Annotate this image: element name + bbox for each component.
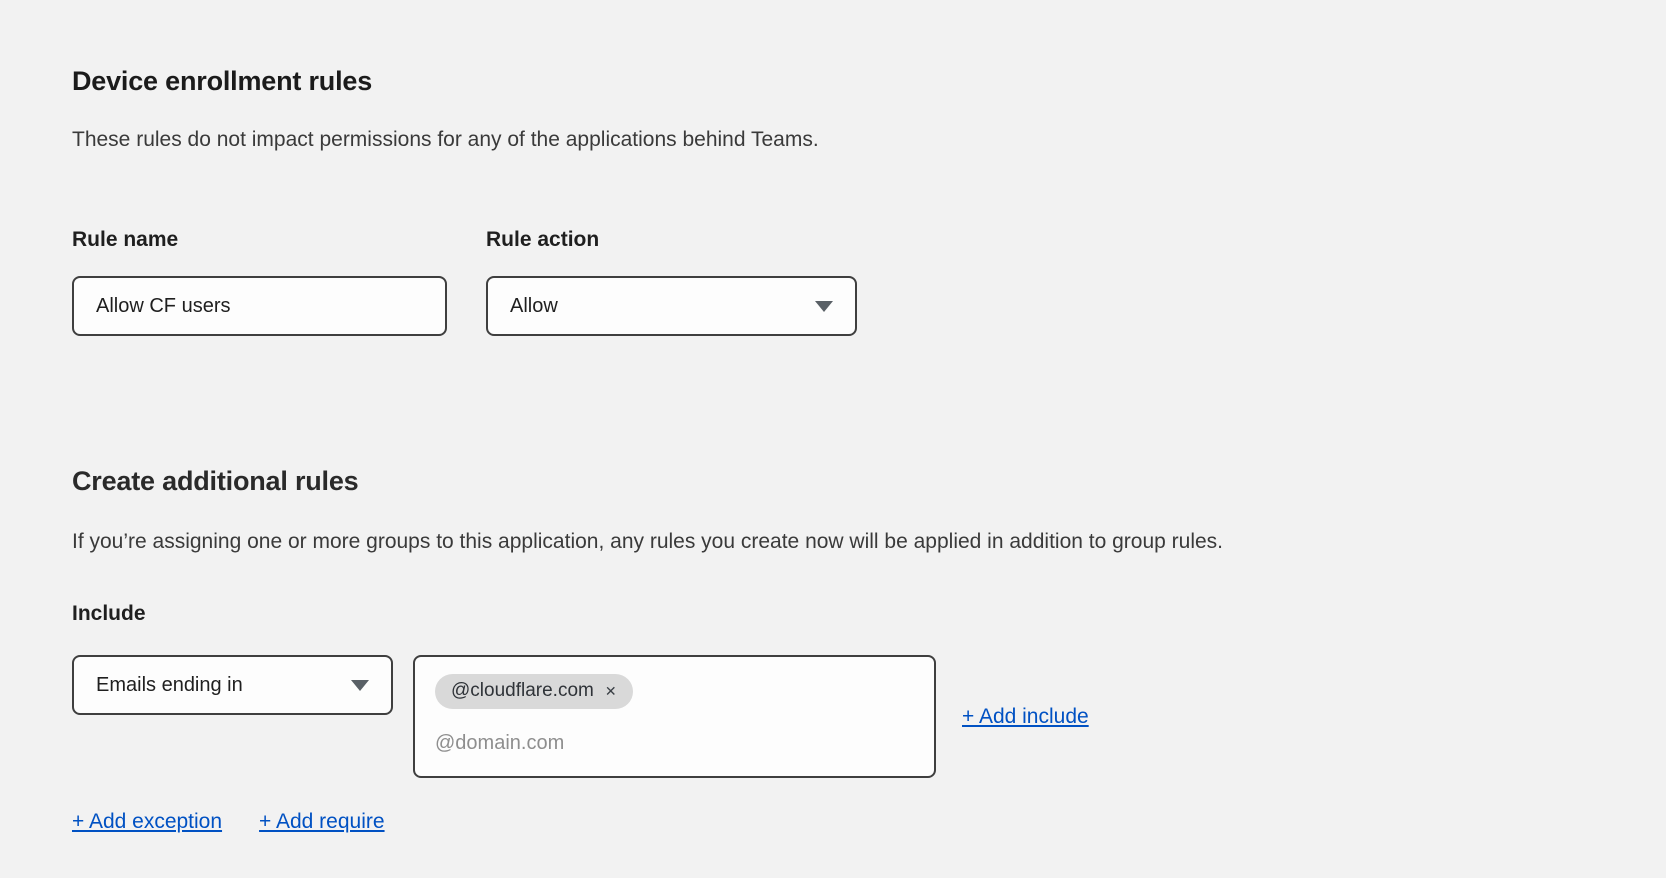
additional-rules-title: Create additional rules [72, 466, 358, 497]
device-enrollment-page: Device enrollment rules These rules do n… [0, 0, 1666, 878]
rule-links-row: + Add exception + Add require [72, 810, 385, 834]
rule-name-input[interactable] [72, 276, 447, 336]
rule-action-select[interactable]: Allow [486, 276, 857, 336]
tag-chip-label: @cloudflare.com [451, 680, 594, 702]
include-label: Include [72, 602, 146, 626]
include-selector-select[interactable]: Emails ending in [72, 655, 393, 715]
add-exception-link[interactable]: + Add exception [72, 810, 222, 834]
page-subtitle: These rules do not impact permissions fo… [72, 128, 819, 152]
chevron-down-icon [815, 301, 833, 312]
domain-entry-input[interactable] [435, 732, 855, 755]
chevron-down-icon [351, 680, 369, 691]
additional-rules-subtitle: If you’re assigning one or more groups t… [72, 530, 1223, 554]
rule-action-label: Rule action [486, 228, 599, 252]
email-domains-tag-input[interactable]: @cloudflare.com ✕ [413, 655, 936, 778]
rule-name-label: Rule name [72, 228, 178, 252]
tag-chip: @cloudflare.com ✕ [435, 674, 633, 709]
add-require-link[interactable]: + Add require [259, 810, 385, 834]
add-include-link[interactable]: + Add include [962, 705, 1089, 729]
page-title: Device enrollment rules [72, 66, 372, 97]
remove-tag-button[interactable]: ✕ [605, 684, 617, 698]
include-selector-selected-value: Emails ending in [96, 674, 243, 697]
rule-action-selected-value: Allow [510, 295, 558, 318]
